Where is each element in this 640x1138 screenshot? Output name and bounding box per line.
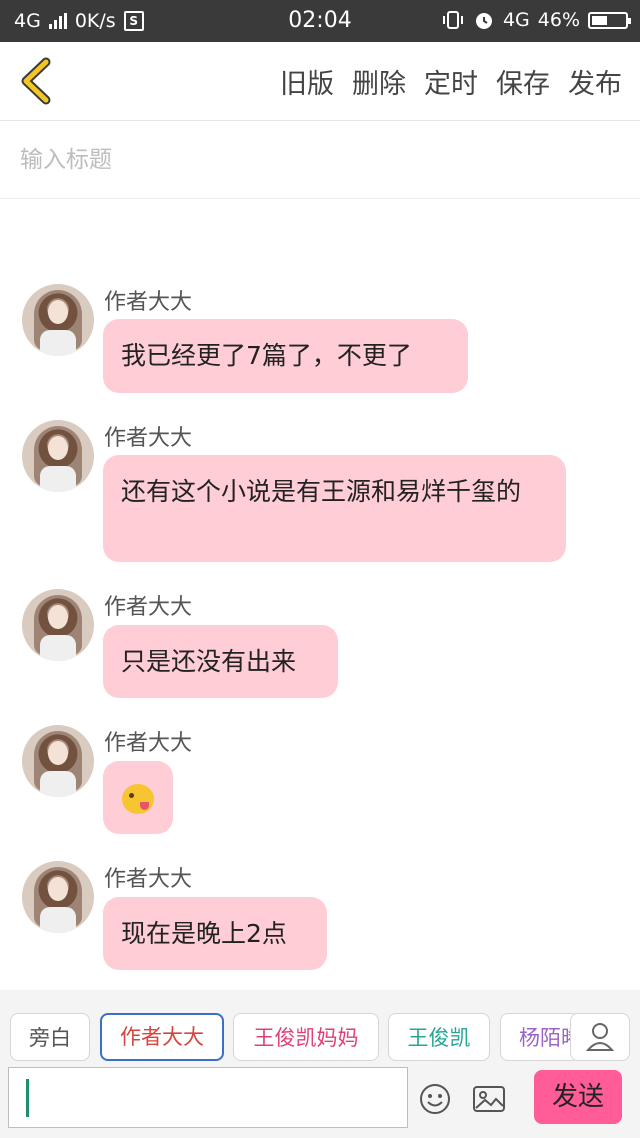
delete-button[interactable]: 删除 — [352, 62, 406, 101]
nav-actions: 旧版 删除 定时 保存 发布 — [280, 62, 622, 101]
message-input[interactable] — [8, 1067, 408, 1128]
avatar[interactable] — [22, 420, 94, 492]
network-type-right: 4G — [502, 9, 530, 31]
person-icon — [585, 1023, 615, 1051]
publish-button[interactable]: 发布 — [568, 62, 622, 101]
send-button[interactable]: 发送 — [534, 1070, 622, 1124]
role-tab-author[interactable]: 作者大大 — [100, 1013, 224, 1061]
battery-icon — [588, 11, 631, 29]
save-button[interactable]: 保存 — [496, 62, 550, 101]
alarm-icon — [475, 13, 492, 29]
top-nav: 旧版 删除 定时 保存 发布 — [0, 42, 640, 121]
back-button[interactable] — [14, 54, 64, 108]
status-bar: 4G 0K/s S 02:04 4G 46% — [0, 0, 640, 42]
smiley-icon — [420, 1084, 450, 1114]
speaker-name: 作者大大 — [104, 290, 193, 315]
image-icon — [473, 1086, 505, 1112]
avatar[interactable] — [22, 589, 94, 661]
message-bubble[interactable]: 还有这个小说是有王源和易烊千玺的 — [103, 455, 566, 562]
title-input[interactable] — [18, 139, 622, 181]
battery-percent: 46% — [537, 9, 580, 31]
status-right: 4G 46% — [441, 9, 631, 31]
avatar[interactable] — [22, 284, 94, 356]
text-caret — [26, 1079, 29, 1117]
person-button[interactable] — [570, 1013, 630, 1061]
title-row — [0, 121, 640, 199]
role-tab-narration[interactable]: 旁白 — [10, 1013, 90, 1061]
message-bubble[interactable]: 我已经更了7篇了，不更了 — [103, 319, 468, 393]
role-tab-wjk-mom[interactable]: 王俊凯妈妈 — [233, 1013, 379, 1061]
image-button[interactable] — [472, 1084, 506, 1114]
chevron-left-icon — [21, 57, 51, 105]
speaker-name: 作者大大 — [104, 867, 193, 892]
avatar[interactable] — [22, 861, 94, 933]
message-bubble[interactable]: 现在是晚上2点 — [103, 897, 327, 970]
vibrate-icon — [442, 11, 463, 29]
schedule-button[interactable]: 定时 — [424, 62, 478, 101]
emoji-button[interactable] — [418, 1082, 452, 1116]
speaker-name: 作者大大 — [104, 426, 193, 451]
old-version-button[interactable]: 旧版 — [280, 62, 334, 101]
speaker-name: 作者大大 — [104, 595, 193, 620]
battery-fill — [592, 15, 607, 25]
message-bubble[interactable]: 只是还没有出来 — [103, 625, 338, 698]
composer-area: 旁白 作者大大 王俊凯妈妈 王俊凯 杨陌晞 发送 — [0, 990, 640, 1138]
message-bubble[interactable] — [103, 761, 173, 834]
role-tab-wjk[interactable]: 王俊凯 — [388, 1013, 490, 1061]
avatar[interactable] — [22, 725, 94, 797]
tongue-out-emoji-icon — [122, 784, 154, 814]
role-tab-ymx[interactable]: 杨陌晞 — [500, 1013, 580, 1061]
speaker-name: 作者大大 — [104, 731, 193, 756]
